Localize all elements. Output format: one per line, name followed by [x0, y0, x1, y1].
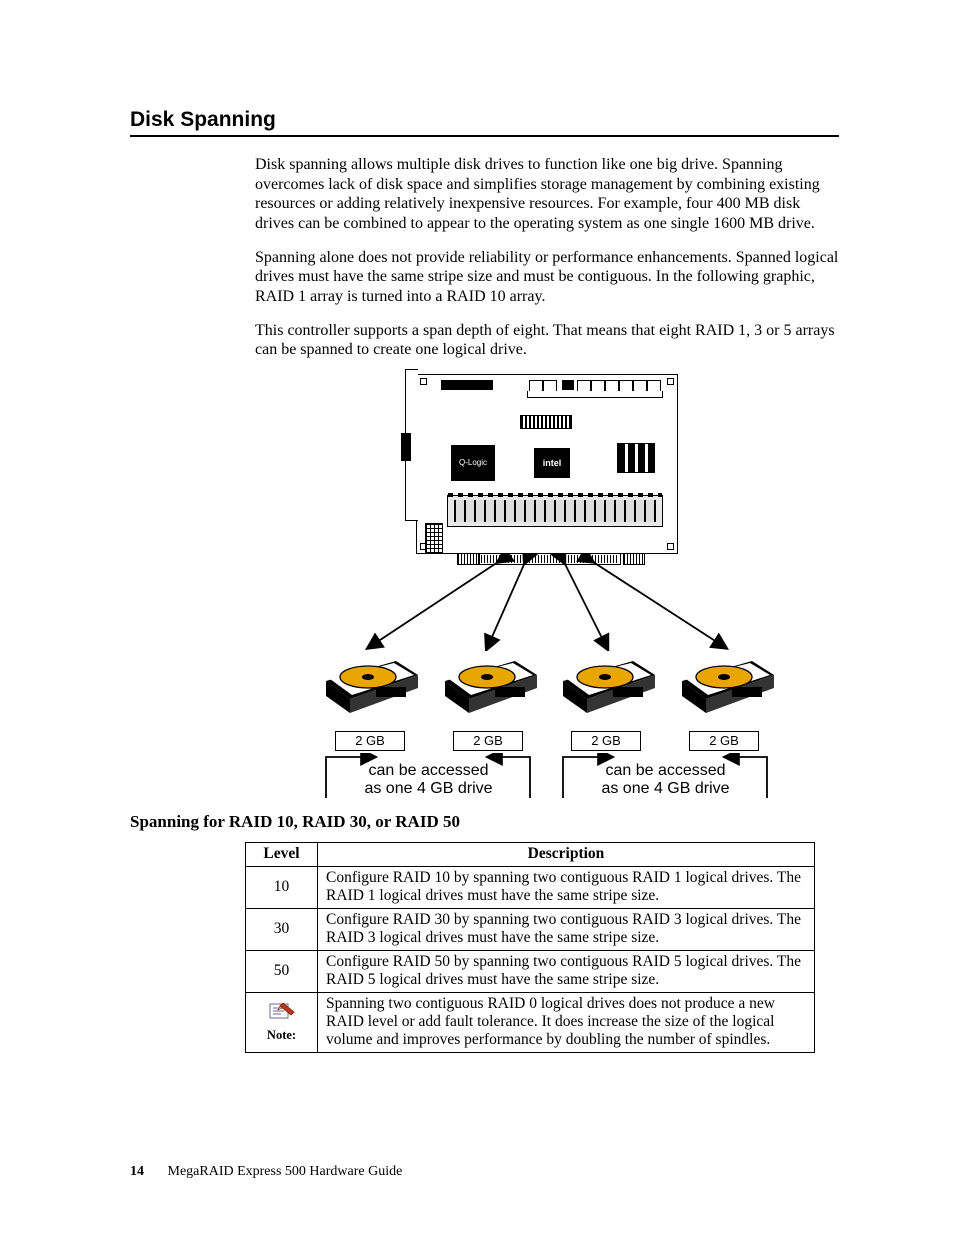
table-cell-desc: Configure RAID 10 by spanning two contig…: [318, 867, 815, 909]
controller-card: Q-Logic intel: [416, 374, 678, 554]
span-text-line1: can be accessed: [605, 762, 725, 779]
span-text-line1: can be accessed: [368, 762, 488, 779]
raid-spanning-table: Level Description 10 Configure RAID 10 b…: [245, 842, 815, 1053]
expansion-slot: [447, 495, 663, 527]
table-cell-desc: Configure RAID 50 by spanning two contig…: [318, 951, 815, 993]
section-rule: [130, 135, 839, 137]
table-cell-note-icon: Note:: [246, 993, 318, 1053]
drive-capacity: 2 GB: [335, 731, 405, 751]
paragraph-1: Disk spanning allows multiple disk drive…: [255, 155, 839, 234]
hard-drive-icon: [435, 651, 541, 721]
connection-arrows: [316, 554, 778, 651]
table-header-row: Level Description: [246, 843, 815, 867]
table-cell-level: 10: [246, 867, 318, 909]
table-cell-level: 50: [246, 951, 318, 993]
span-group-left: can be accessed as one 4 GB drive: [316, 753, 541, 798]
table-row: 50 Configure RAID 50 by spanning two con…: [246, 951, 815, 993]
span-text-line2: as one 4 GB drive: [601, 780, 729, 797]
table-header-desc: Description: [318, 843, 815, 867]
page-footer: 14 MegaRAID Express 500 Hardware Guide: [130, 1164, 402, 1180]
hard-drive-icon: [672, 651, 778, 721]
note-icon: [269, 1001, 295, 1026]
chip-intel: intel: [534, 448, 570, 478]
chip-qlogic: Q-Logic: [451, 445, 495, 481]
table-header-level: Level: [246, 843, 318, 867]
table-cell-note-desc: Spanning two contiguous RAID 0 logical d…: [318, 993, 815, 1053]
paragraph-3: This controller supports a span depth of…: [255, 321, 839, 360]
chip-qlogic-label: Q-Logic: [459, 458, 487, 468]
page-number: 14: [130, 1164, 144, 1179]
disk-spanning-diagram: Q-Logic intel: [316, 374, 778, 798]
footer-title: MegaRAID Express 500 Hardware Guide: [168, 1164, 403, 1179]
table-row-note: Note: Spanning two contiguous RAID 0 log…: [246, 993, 815, 1053]
drive-capacity: 2 GB: [453, 731, 523, 751]
span-group-right: can be accessed as one 4 GB drive: [553, 753, 778, 798]
drive-capacity: 2 GB: [689, 731, 759, 751]
table-subheading: Spanning for RAID 10, RAID 30, or RAID 5…: [130, 812, 839, 832]
table-cell-desc: Configure RAID 30 by spanning two contig…: [318, 909, 815, 951]
body-column: Disk spanning allows multiple disk drive…: [255, 155, 839, 798]
hard-drive-icon: [316, 651, 422, 721]
paragraph-2: Spanning alone does not provide reliabil…: [255, 248, 839, 307]
table-row: 30 Configure RAID 30 by spanning two con…: [246, 909, 815, 951]
note-label: Note:: [267, 1028, 296, 1042]
table-cell-level: 30: [246, 909, 318, 951]
table-row: 10 Configure RAID 10 by spanning two con…: [246, 867, 815, 909]
span-text-line2: as one 4 GB drive: [364, 780, 492, 797]
section-heading: Disk Spanning: [130, 108, 839, 132]
drive-capacity: 2 GB: [571, 731, 641, 751]
document-page: Disk Spanning Disk spanning allows multi…: [0, 0, 954, 1235]
hard-drive-icon: [553, 651, 659, 721]
chip-intel-label: intel: [543, 458, 562, 469]
